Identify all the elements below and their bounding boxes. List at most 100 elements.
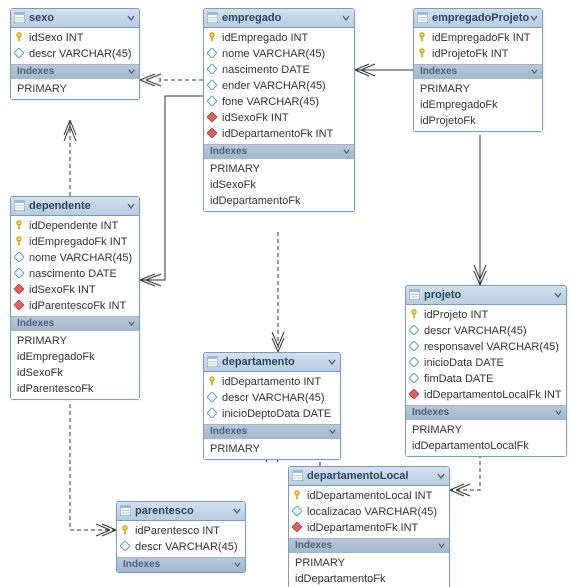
column-row[interactable]: nome VARCHAR(45) [11,250,139,266]
index-row[interactable]: idDepartamentoFk [204,193,354,209]
key-icon [120,525,130,535]
attr-diamond-icon [409,373,419,383]
entity-departamento[interactable]: departamento idDepartamento INT descr VARC… [203,352,341,460]
column-row[interactable]: localizacao VARCHAR(45) [289,504,449,520]
chevron-down-icon [127,202,135,210]
entity-header[interactable]: empregado [204,9,354,28]
indexes-header[interactable]: Indexes [11,316,139,331]
column-row[interactable]: idSexo INT [11,30,139,46]
index-row[interactable]: PRIMARY [289,555,449,571]
column-row[interactable]: descr VARCHAR(45) [204,390,340,406]
index-row[interactable]: PRIMARY [11,333,139,349]
entity-sexo[interactable]: sexo idSexo INTdescr VARCHAR(45) Indexes PR… [10,8,140,100]
index-row[interactable]: PRIMARY [204,441,340,457]
column-text: idDepartamento INT [222,376,321,388]
column-row[interactable]: inicioData DATE [406,355,566,371]
column-text: idEmpregadoFk INT [432,32,530,44]
index-text: idDepartamentoFk [210,195,301,207]
column-text: idDepartamentoLocalFk INT [424,389,562,401]
column-row[interactable]: idProjetoFk INT [414,46,542,62]
column-row[interactable]: idParentesco INT [117,523,245,539]
index-row[interactable]: idProjetoFk [414,113,542,129]
column-text: idProjeto INT [424,309,488,321]
index-row[interactable]: idEmpregadoFk [414,97,542,113]
index-row[interactable]: idDepartamentoLocalFk [406,438,566,454]
column-row[interactable]: descr VARCHAR(45) [406,323,566,339]
column-row[interactable]: idSexoFk INT [204,110,354,126]
index-row[interactable]: PRIMARY [11,81,139,97]
column-row[interactable]: nascimento DATE [11,266,139,282]
entity-header[interactable]: departamentoLocal [289,467,449,486]
column-row[interactable]: idEmpregado INT [204,30,354,46]
index-row[interactable]: PRIMARY [204,161,354,177]
entity-empregadoProjeto[interactable]: empregadoProjeto idEmpregadoFk INT idProje… [413,8,543,132]
column-text: descr VARCHAR(45) [424,325,527,337]
index-row[interactable]: idParentescoFk [11,381,139,397]
attr-diamond-icon [14,252,24,262]
entity-header[interactable]: empregadoProjeto [414,9,542,28]
fk-diamond-icon [14,284,24,294]
column-row[interactable]: idDepartamento INT [204,374,340,390]
column-text: idEmpregado INT [222,32,308,44]
column-row[interactable]: fimData DATE [406,371,566,387]
index-text: idSexoFk [17,367,63,379]
column-row[interactable]: idEmpregadoFk INT [11,234,139,250]
column-row[interactable]: descr VARCHAR(45) [117,539,245,555]
table-icon [207,356,218,367]
index-row[interactable]: PRIMARY [414,81,542,97]
column-list: idDepartamentoLocal INTlocalizacao VARCH… [289,486,449,538]
column-text: idDependente INT [29,220,118,232]
column-row[interactable]: fone VARCHAR(45) [204,94,354,110]
index-row[interactable]: idSexoFk [11,365,139,381]
entity-dependente[interactable]: dependente idDependente INT idEmpregadoFk … [10,196,140,400]
column-row[interactable]: responsavel VARCHAR(45) [406,339,566,355]
entity-header[interactable]: sexo [11,9,139,28]
entity-projeto[interactable]: projeto idProjeto INT descr VARCHAR(45) res… [405,285,567,457]
column-row[interactable]: nome VARCHAR(45) [204,46,354,62]
column-row[interactable]: idProjeto INT [406,307,566,323]
column-row[interactable]: inicioDeptoData DATE [204,406,340,422]
entity-header[interactable]: projeto [406,286,566,305]
entity-empregado[interactable]: empregado idEmpregado INT nome VARCHAR(45)… [203,8,355,212]
entity-title: parentesco [135,505,194,517]
entity-header[interactable]: departamento [204,353,340,372]
indexes-header[interactable]: Indexes [204,424,340,439]
column-row[interactable]: idDependente INT [11,218,139,234]
indexes-header[interactable]: Indexes [117,557,245,572]
column-row[interactable]: idSexoFk INT [11,282,139,298]
entity-title: dependente [29,200,91,212]
indexes-header[interactable]: Indexes [414,64,542,79]
column-row[interactable]: ender VARCHAR(45) [204,78,354,94]
column-row[interactable]: idParentescoFk INT [11,298,139,314]
column-text: responsavel VARCHAR(45) [424,341,559,353]
indexes-header[interactable]: Indexes [11,64,139,79]
index-row[interactable]: idDepartamentoFk [289,571,449,587]
attr-diamond-icon [207,80,217,90]
column-row[interactable]: idDepartamentoLocal INT [289,488,449,504]
indexes-header[interactable]: Indexes [289,538,449,553]
indexes-header[interactable]: Indexes [406,405,566,420]
entity-title: sexo [29,12,54,24]
entity-title: departamento [222,356,295,368]
entity-departamentoLocal[interactable]: departamentoLocalidDepartamentoLocal INT… [288,466,450,587]
index-text: PRIMARY [210,443,260,455]
index-row[interactable]: idSexoFk [204,177,354,193]
index-text: idEmpregadoFk [17,351,95,363]
column-row[interactable]: idDepartamentoFk INT [289,520,449,536]
attr-diamond-icon [207,48,217,58]
column-row[interactable]: idEmpregadoFk INT [414,30,542,46]
entity-parentesco[interactable]: parentesco idParentesco INTdescr VARCHAR(… [116,501,246,573]
column-row[interactable]: idDepartamentoFk INT [204,126,354,142]
indexes-header[interactable]: Indexes [204,144,354,159]
index-row[interactable]: PRIMARY [406,422,566,438]
index-list: PRIMARY [11,79,139,99]
key-icon [417,48,427,58]
column-text: nome VARCHAR(45) [29,252,132,264]
column-text: fimData DATE [424,373,493,385]
entity-header[interactable]: parentesco [117,502,245,521]
entity-header[interactable]: dependente [11,197,139,216]
column-row[interactable]: idDepartamentoLocalFk INT [406,387,566,403]
column-row[interactable]: nascimento DATE [204,62,354,78]
index-row[interactable]: idEmpregadoFk [11,349,139,365]
column-row[interactable]: descr VARCHAR(45) [11,46,139,62]
